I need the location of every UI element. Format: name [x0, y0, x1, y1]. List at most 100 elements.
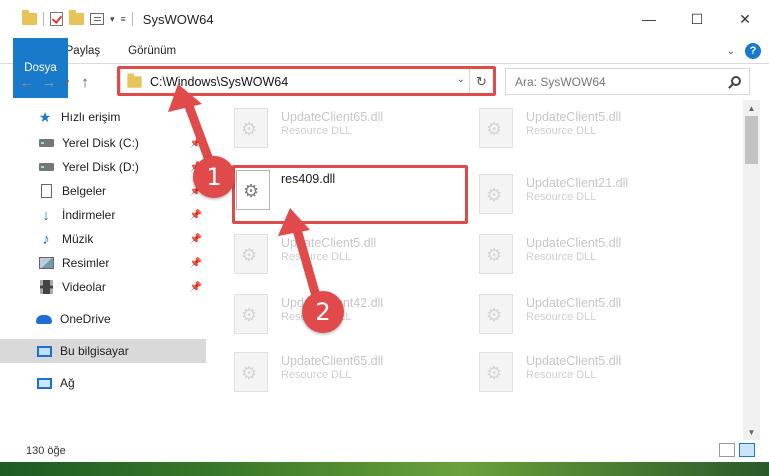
- sidebar-item-local-disk-c[interactable]: Yerel Disk (C:) 📌: [0, 131, 206, 155]
- sidebar-item-label: Hızlı erişim: [61, 110, 121, 124]
- sidebar-item-label: Müzik: [62, 232, 94, 246]
- recent-locations-button[interactable]: ▾: [60, 77, 74, 88]
- list-item[interactable]: UpdateClient5.dll Resource DLL: [453, 102, 683, 162]
- tab-view[interactable]: Görünüm: [114, 38, 190, 63]
- videos-icon: [39, 280, 53, 294]
- file-type: Resource DLL: [281, 125, 352, 137]
- file-name: UpdateClient5.dll: [526, 296, 622, 310]
- music-icon: ♪: [42, 230, 50, 248]
- chevron-down-icon[interactable]: ▾: [110, 14, 115, 25]
- sidebar-item-pictures[interactable]: Resimler 📌: [0, 251, 206, 275]
- list-item[interactable]: UpdateClient5.dll Resource DLL: [453, 288, 683, 348]
- file-name: UpdateClient21.dll: [526, 176, 629, 190]
- sidebar-item-onedrive[interactable]: OneDrive: [0, 307, 206, 331]
- pin-icon[interactable]: 📌: [190, 234, 202, 245]
- file-name: UpdateClient5.dll: [281, 236, 377, 250]
- sidebar-item-documents[interactable]: Belgeler 📌: [0, 179, 206, 203]
- list-item[interactable]: UpdateClient5.dll Resource DLL: [208, 228, 438, 288]
- status-bar: 130 öğe: [0, 440, 769, 462]
- sidebar-item-network[interactable]: Ağ: [0, 371, 206, 395]
- list-item[interactable]: UpdateClient21.dll Resource DLL: [453, 168, 683, 228]
- drive-icon: [38, 139, 54, 147]
- sidebar-item-this-pc[interactable]: Bu bilgisayar: [0, 339, 206, 363]
- large-icons-view-icon[interactable]: [739, 443, 755, 457]
- dll-file-icon: [234, 352, 268, 392]
- search-input[interactable]: Ara: SysWOW64: [515, 75, 606, 89]
- pin-icon[interactable]: 📌: [190, 282, 202, 293]
- dll-file-icon: [479, 108, 513, 148]
- window-title: SysWOW64: [142, 11, 214, 27]
- drive-icon: [38, 163, 54, 171]
- file-list: UpdateClient65.dll Resource DLL UpdateCl…: [208, 100, 743, 440]
- back-button[interactable]: ←: [16, 74, 38, 91]
- list-item[interactable]: UpdateClient65.dll Resource DLL: [208, 346, 438, 406]
- sidebar-item-label: Yerel Disk (D:): [62, 160, 139, 174]
- expand-ribbon-icon[interactable]: ⌄: [727, 46, 735, 57]
- sidebar-item-label: Resimler: [62, 256, 110, 270]
- scroll-down-icon[interactable]: ▼: [743, 424, 760, 440]
- window-controls: — ☐ ✕: [625, 0, 769, 38]
- vertical-scrollbar[interactable]: ▲ ▼: [743, 100, 760, 440]
- computer-icon: [36, 345, 52, 357]
- toolbar-separator: [131, 12, 133, 26]
- sidebar-item-downloads[interactable]: ↓ İndirmeler 📌: [0, 203, 206, 227]
- toolbar-separator: [43, 12, 44, 26]
- close-button[interactable]: ✕: [721, 0, 769, 38]
- dll-file-icon: [479, 234, 513, 274]
- dll-file-icon: [234, 108, 268, 148]
- sidebar-item-label: OneDrive: [60, 312, 111, 326]
- scroll-thumb[interactable]: [745, 116, 758, 164]
- step-2-badge: 2: [302, 291, 344, 333]
- file-type: Resource DLL: [526, 311, 597, 323]
- customize-toolbar-icon[interactable]: ≡: [121, 14, 126, 24]
- file-type: Resource DLL: [526, 251, 597, 263]
- sidebar-item-music[interactable]: ♪ Müzik 📌: [0, 227, 206, 251]
- forward-button[interactable]: →: [38, 74, 60, 91]
- dll-file-icon: [234, 294, 268, 334]
- folder-icon[interactable]: [22, 10, 37, 25]
- help-icon[interactable]: ?: [745, 43, 761, 59]
- properties-icon[interactable]: [90, 13, 104, 25]
- pin-icon[interactable]: 📌: [190, 138, 202, 149]
- ribbon-tabs: Dosya Giriş Paylaş Görünüm ⌄ ?: [0, 38, 769, 98]
- desktop-background: [0, 462, 769, 476]
- address-highlight-box: [117, 66, 496, 96]
- new-folder-icon[interactable]: [69, 10, 84, 25]
- file-name: UpdateClient65.dll: [281, 354, 384, 368]
- sidebar-item-label: Belgeler: [62, 184, 107, 198]
- step-1-badge: 1: [193, 156, 235, 198]
- search-box[interactable]: Ara: SysWOW64: [505, 68, 750, 95]
- download-icon: ↓: [42, 206, 50, 224]
- ribbon-right: ⌄ ?: [727, 38, 761, 64]
- maximize-button[interactable]: ☐: [673, 0, 721, 38]
- file-name: UpdateClient5.dll: [526, 236, 622, 250]
- search-icon[interactable]: [731, 76, 741, 86]
- dll-file-icon: [234, 234, 268, 274]
- sidebar-item-label: Yerel Disk (C:): [62, 136, 139, 150]
- sidebar-item-label: Bu bilgisayar: [60, 344, 129, 358]
- details-view-icon[interactable]: [719, 443, 735, 457]
- dll-file-icon: [479, 174, 513, 214]
- sidebar-item-label: İndirmeler: [62, 208, 116, 222]
- file-highlight-box: [232, 165, 468, 224]
- sidebar-item-label: Ağ: [60, 376, 75, 390]
- file-type: Resource DLL: [526, 369, 597, 381]
- minimize-button[interactable]: —: [625, 0, 673, 38]
- sidebar-item-local-disk-d[interactable]: Yerel Disk (D:) 📌: [0, 155, 206, 179]
- sidebar-item-videos[interactable]: Videolar 📌: [0, 275, 206, 299]
- item-count: 130 öğe: [26, 445, 66, 457]
- list-item[interactable]: UpdateClient5.dll Resource DLL: [453, 228, 683, 288]
- up-button[interactable]: ↑: [74, 74, 96, 91]
- documents-icon: [40, 184, 52, 198]
- properties-check-icon[interactable]: [50, 12, 63, 26]
- file-type: Resource DLL: [526, 125, 597, 137]
- navigation-pane: ★ Hızlı erişim Yerel Disk (C:) 📌 Yerel D…: [0, 100, 208, 440]
- scroll-up-icon[interactable]: ▲: [743, 100, 760, 116]
- list-item[interactable]: UpdateClient65.dll Resource DLL: [208, 102, 438, 162]
- sidebar-item-quick-access[interactable]: ★ Hızlı erişim: [0, 105, 206, 129]
- pin-icon[interactable]: 📌: [190, 210, 202, 221]
- pin-icon[interactable]: 📌: [190, 258, 202, 269]
- list-item[interactable]: UpdateClient5.dll Resource DLL: [453, 346, 683, 406]
- title-bar: ▾ ≡ SysWOW64 — ☐ ✕: [0, 0, 769, 38]
- file-type: Resource DLL: [526, 191, 597, 203]
